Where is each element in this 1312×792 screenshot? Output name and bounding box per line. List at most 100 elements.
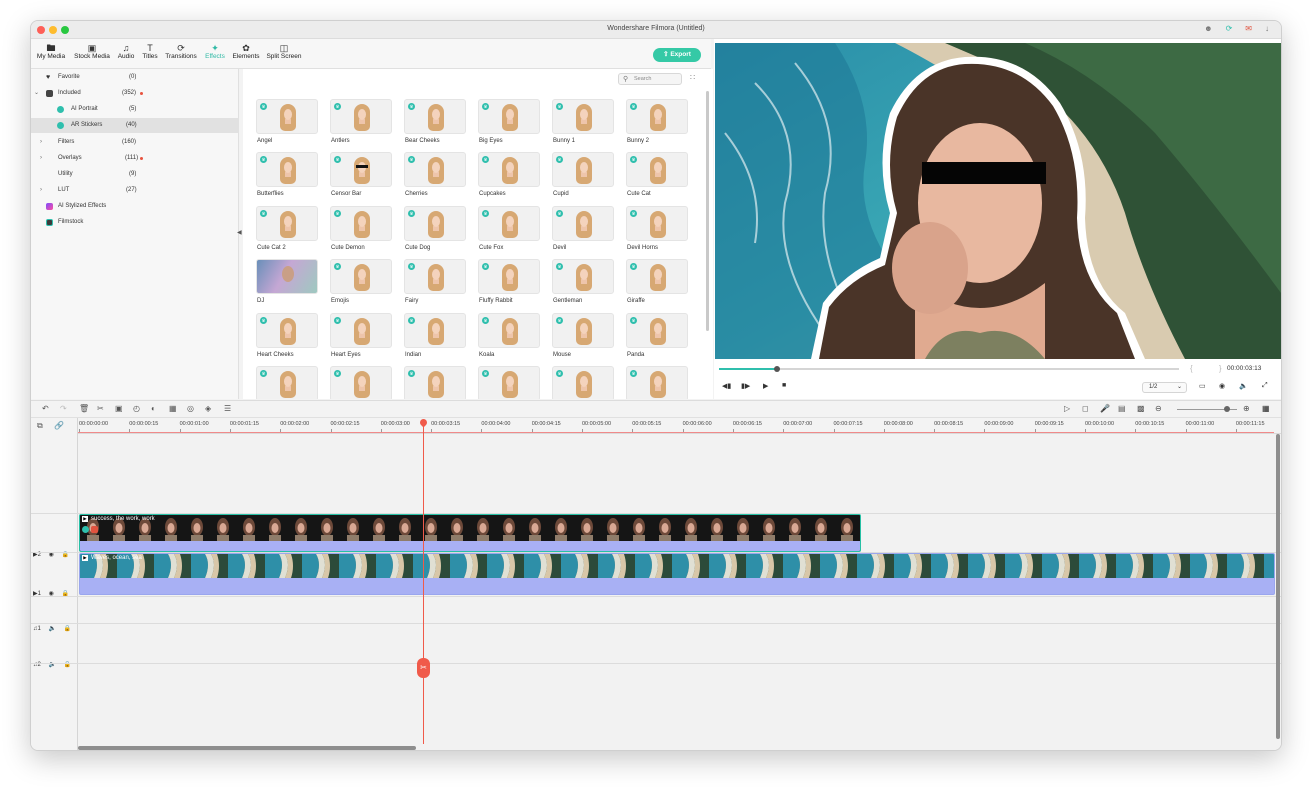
effect-tile[interactable]: ♛ <box>256 206 318 241</box>
split-scissors-icon[interactable]: ✂ <box>417 658 430 678</box>
effect-tile[interactable]: ♛ <box>478 366 540 399</box>
play-button[interactable]: ▶ <box>763 382 768 390</box>
effect-tile[interactable]: ♛ <box>404 313 466 348</box>
speaker-icon[interactable]: 🔈 <box>49 626 56 632</box>
effect-tile[interactable]: ♛ <box>478 313 540 348</box>
tab-transitions[interactable]: ⟳ Transitions <box>163 43 199 60</box>
tab-effects[interactable]: ✦ Effects <box>201 43 229 60</box>
keyframe-icon[interactable]: ◈ <box>205 404 211 414</box>
effect-tile[interactable]: ♛ <box>404 366 466 399</box>
tab-titles[interactable]: T Titles <box>139 43 161 60</box>
effect-tile[interactable]: ♛ <box>330 313 392 348</box>
redo-icon[interactable]: ↷ <box>60 404 67 414</box>
undo-icon[interactable]: ↶ <box>42 404 49 414</box>
sidebar-item-filters[interactable]: › Filters (160) <box>31 135 239 150</box>
effect-tile[interactable]: ♛ <box>626 152 688 187</box>
effect-tile[interactable]: ♛ <box>404 259 466 294</box>
sidebar-item-lut[interactable]: › LUT (27) <box>31 183 239 198</box>
effect-tile[interactable]: ♛ <box>330 152 392 187</box>
previous-frame-button[interactable]: ◀▮ <box>722 382 731 390</box>
sidebar-item-favorite[interactable]: ♥ Favorite (0) <box>31 70 239 85</box>
sync-icon[interactable]: ⟳ <box>1226 24 1233 34</box>
effect-tile[interactable]: ♛ <box>256 313 318 348</box>
chevron-right-icon[interactable]: › <box>40 151 42 166</box>
collapse-sidebar-icon[interactable]: ◀ <box>237 229 242 236</box>
search-input[interactable]: ⚲ Search <box>618 73 682 85</box>
voiceover-icon[interactable]: ▤ <box>1118 404 1126 414</box>
preview-quality-select[interactable]: 1/2 ⌄ <box>1142 382 1187 393</box>
download-icon[interactable]: ↓ <box>1265 24 1269 34</box>
video-clip-top[interactable]: ▶ success, the work, work <box>79 514 861 552</box>
marker-icon[interactable]: ◻ <box>1082 404 1089 414</box>
sidebar-item-included[interactable]: ⌄ Included (352) <box>31 86 239 101</box>
zoom-out-icon[interactable]: ⊖ <box>1155 404 1162 414</box>
mail-icon[interactable]: ✉ <box>1245 24 1252 34</box>
color-icon[interactable]: ◐ <box>151 404 156 414</box>
tab-audio[interactable]: ♫ Audio <box>115 43 137 60</box>
account-icon[interactable]: ☻ <box>1204 24 1212 34</box>
effect-tile[interactable] <box>256 259 318 294</box>
cut-icon[interactable]: ✂ <box>97 404 104 414</box>
effect-tile[interactable]: ♛ <box>626 313 688 348</box>
sidebar-item-filmstock[interactable]: Filmstock <box>31 215 239 230</box>
link-icon[interactable]: 🔗 <box>54 421 64 431</box>
volume-icon[interactable]: 🔈 <box>1239 382 1248 390</box>
tab-elements[interactable]: ✿ Elements <box>231 43 261 60</box>
chevron-right-icon[interactable]: › <box>40 183 42 198</box>
effect-tile[interactable]: ♛ <box>552 206 614 241</box>
sidebar-item-ai-stylized-effects[interactable]: AI Stylized Effects <box>31 199 239 214</box>
tab-stock-media[interactable]: ▣ Stock Media <box>71 43 113 60</box>
chevron-right-icon[interactable]: › <box>40 135 42 150</box>
display-icon[interactable]: ▭ <box>1199 382 1206 390</box>
effect-tile[interactable]: ♛ <box>256 152 318 187</box>
add-track-icon[interactable]: ⧉ <box>37 421 43 431</box>
export-button[interactable]: ⇧ Export <box>653 48 701 62</box>
effect-tile[interactable]: ♛ <box>552 366 614 399</box>
effect-tile[interactable]: ♛ <box>478 152 540 187</box>
track-layout-icon[interactable]: ▦ <box>1262 404 1270 414</box>
video-clip-bottom[interactable]: ▶ Waves, ocean, sea <box>79 553 1275 595</box>
effect-tile[interactable]: ♛ <box>552 99 614 134</box>
sidebar-item-ai-portrait[interactable]: AI Portrait (5) <box>31 102 239 117</box>
stop-button[interactable]: ■ <box>782 382 786 389</box>
effect-tile[interactable]: ♛ <box>552 152 614 187</box>
microphone-icon[interactable]: 🎤 <box>1100 404 1110 414</box>
effect-tile[interactable]: ♛ <box>478 206 540 241</box>
timeline-ruler[interactable]: 00:00:00:00 00:00:00:15 00:00:01:00 00:00:0… <box>78 418 1281 434</box>
speed-icon[interactable]: ◴ <box>133 404 140 414</box>
effect-tile[interactable]: ♛ <box>404 206 466 241</box>
sidebar-item-utility[interactable]: Utility (9) <box>31 167 239 182</box>
effect-tile[interactable]: ♛ <box>626 206 688 241</box>
delete-icon[interactable]: 🗑 <box>79 404 89 414</box>
effect-tile[interactable]: ♛ <box>626 366 688 399</box>
snapshot-icon[interactable]: ◉ <box>1219 382 1225 390</box>
effect-tile[interactable]: ♛ <box>626 99 688 134</box>
tab-my-media[interactable]: 🖿 My Media <box>35 43 67 60</box>
effect-tile[interactable]: ♛ <box>478 259 540 294</box>
playback-progress[interactable] <box>719 366 1179 372</box>
effect-tile[interactable]: ♛ <box>626 259 688 294</box>
grid-scrollbar[interactable] <box>706 91 709 331</box>
effect-tile[interactable]: ♛ <box>330 366 392 399</box>
effect-tile[interactable]: ♛ <box>256 99 318 134</box>
fullscreen-icon[interactable]: ⤢ <box>1262 382 1268 390</box>
tab-split-screen[interactable]: ◫ Split Screen <box>264 43 304 60</box>
effect-tile[interactable]: ♛ <box>330 206 392 241</box>
motion-tracking-icon[interactable]: ◎ <box>187 404 194 414</box>
effect-tile[interactable]: ♛ <box>404 152 466 187</box>
video-player[interactable] <box>715 43 1281 359</box>
playhead[interactable] <box>423 421 424 744</box>
sidebar-item-ar-stickers[interactable]: AR Stickers (40) <box>31 118 239 133</box>
freeze-frame-icon[interactable]: ▦ <box>169 404 177 414</box>
zoom-in-icon[interactable]: ⊕ <box>1243 404 1250 414</box>
effect-tile[interactable]: ♛ <box>330 99 392 134</box>
snapshot-timeline-icon[interactable]: ▩ <box>1137 404 1145 414</box>
effect-tile[interactable]: ♛ <box>552 313 614 348</box>
effect-tile[interactable]: ♛ <box>478 99 540 134</box>
render-icon[interactable]: ▷ <box>1064 404 1070 414</box>
effect-tile[interactable]: ♛ <box>330 259 392 294</box>
crop-icon[interactable]: ▣ <box>115 404 123 414</box>
timeline-horizontal-scrollbar[interactable] <box>78 746 416 750</box>
lock-icon[interactable]: 🔒 <box>64 626 71 632</box>
zoom-slider-knob[interactable] <box>1224 406 1230 412</box>
